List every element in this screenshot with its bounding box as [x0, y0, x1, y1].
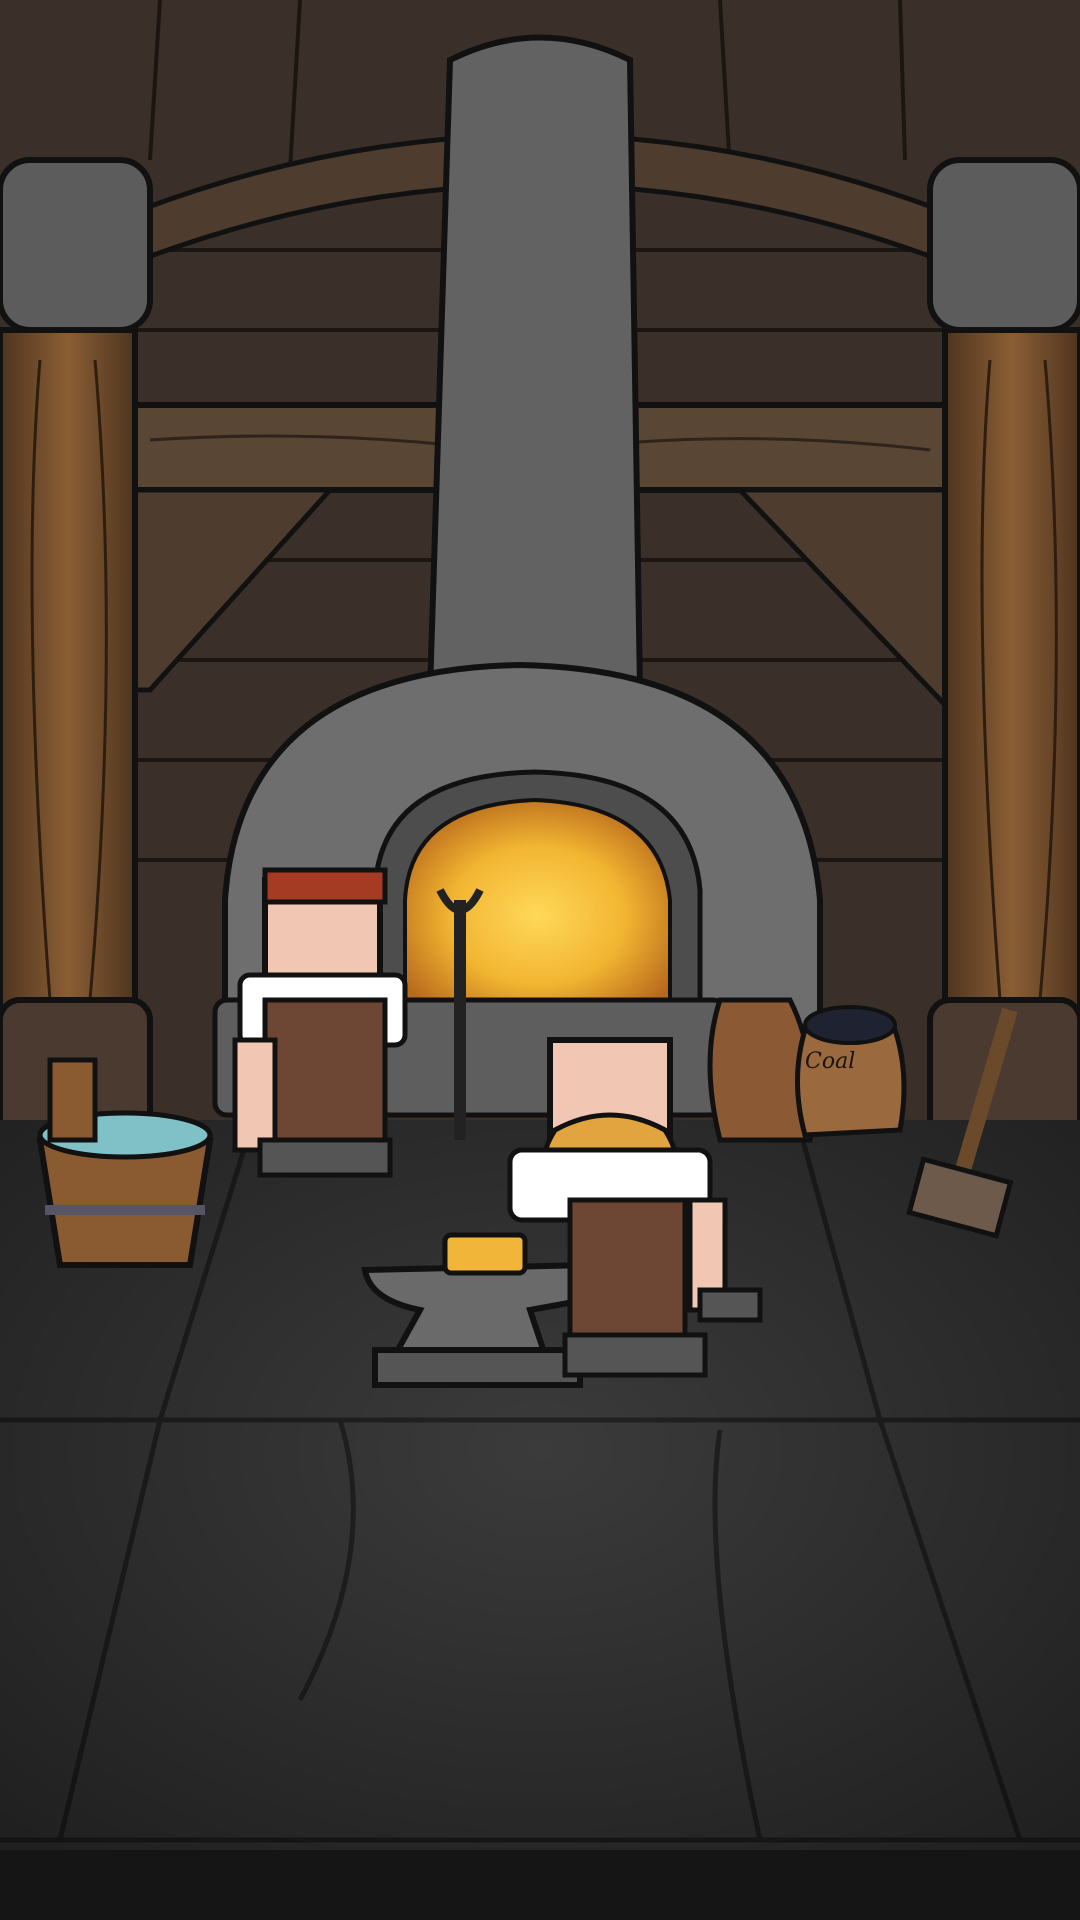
right-pillar [927, 157, 1080, 1223]
sacks: Coal [707, 997, 907, 1143]
gold-bar [442, 1232, 528, 1276]
bottom-bar [0, 1850, 1080, 1920]
chimney [426, 34, 644, 693]
game-scene: Coal [0, 0, 1080, 1920]
scene-canvas: Coal [0, 0, 1080, 1920]
coal-sack [795, 1027, 907, 1138]
coal-label: Coal [805, 1049, 855, 1074]
